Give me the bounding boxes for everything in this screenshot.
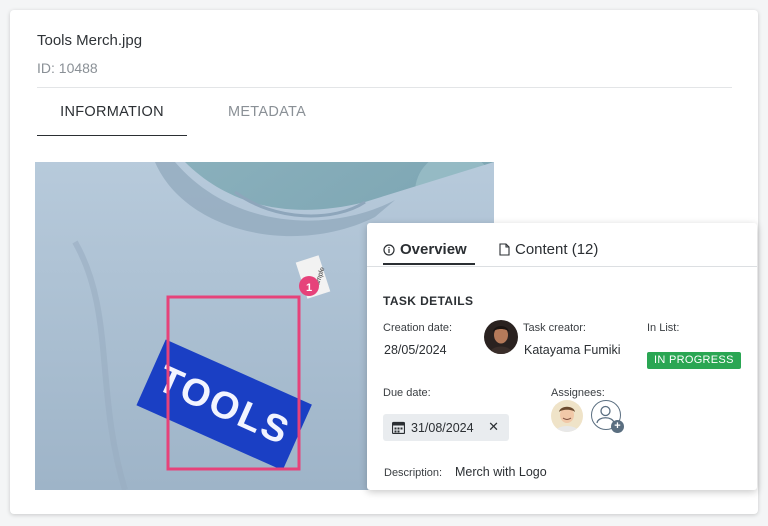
asset-detail-card: Tools Merch.jpg ID: 10488 INFORMATION ME… (10, 10, 758, 514)
document-icon (499, 243, 510, 256)
file-name: Tools Merch.jpg (37, 32, 143, 49)
panel-tab-content[interactable]: Content (12) (499, 241, 598, 258)
panel-divider (367, 266, 757, 267)
description-label: Description: (384, 467, 443, 479)
panel-tab-overview-label: Overview (400, 241, 467, 258)
in-list-label: In List: (647, 322, 680, 334)
annotation-marker-number: 1 (306, 282, 312, 294)
detail-tabs: INFORMATION METADATA (37, 104, 437, 136)
task-details-title: TASK DETAILS (383, 294, 474, 308)
creation-date-value: 28/05/2024 (384, 343, 447, 357)
header-divider (37, 87, 732, 88)
status-badge[interactable]: IN PROGRESS (647, 352, 741, 369)
calendar-icon (392, 421, 405, 434)
due-date-value: 31/08/2024 (411, 420, 474, 435)
assignee-avatar[interactable] (551, 400, 583, 432)
task-panel: Overview Content (12) TASK DETAILS Creat… (367, 223, 757, 490)
plus-icon: + (611, 420, 624, 433)
task-creator-value[interactable]: Katayama Fumiki (524, 343, 621, 357)
assignees-label: Assignees: (551, 387, 605, 399)
add-assignee-button[interactable]: + (591, 400, 624, 433)
task-creator-avatar (484, 320, 518, 354)
info-icon (383, 243, 395, 256)
close-icon[interactable]: ✕ (488, 419, 499, 435)
tab-information[interactable]: INFORMATION (37, 104, 187, 136)
file-id: ID: 10488 (37, 60, 98, 76)
active-tab-indicator (383, 263, 475, 265)
task-creator-label: Task creator: (523, 322, 586, 334)
panel-tab-content-label: Content (12) (515, 241, 599, 258)
tab-metadata[interactable]: METADATA (207, 104, 327, 136)
due-date-chip[interactable]: 31/08/2024 ✕ (383, 414, 509, 441)
panel-tab-overview[interactable]: Overview (383, 241, 467, 258)
due-date-label: Due date: (383, 387, 431, 399)
creation-date-label: Creation date: (383, 322, 453, 334)
description-value: Merch with Logo (455, 465, 547, 479)
